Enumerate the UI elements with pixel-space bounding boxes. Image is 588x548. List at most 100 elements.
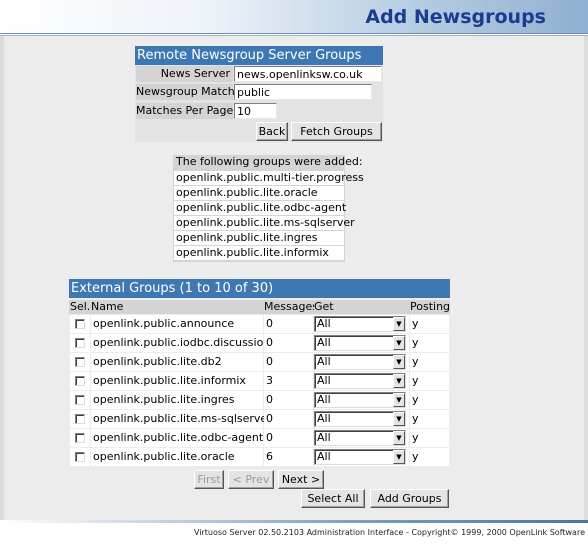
message-count-cell: 0 [264, 334, 313, 352]
posting-cell: y [410, 334, 449, 352]
news-server-row: News Server [135, 65, 383, 83]
newsgroup-match-label: Newsgroup Match [136, 84, 235, 100]
get-select[interactable]: All ▼ [314, 316, 406, 332]
chevron-down-icon[interactable]: ▼ [393, 412, 405, 426]
table-row: openlink.public.lite.informix 3 All ▼ y [69, 372, 450, 390]
add-groups-button[interactable]: Add Groups [370, 489, 449, 508]
table-header: Sel. Name Messages Get Posting [69, 300, 450, 314]
added-groups-list: The following groups were added: openlin… [173, 155, 364, 262]
column-header-name: Name [91, 300, 263, 314]
table-row: openlink.public.lite.ingres 0 All ▼ y [69, 391, 450, 409]
table-row: openlink.public.lite.ms-sqlserver 0 All ▼ y [69, 410, 450, 428]
get-select[interactable]: All ▼ [314, 373, 406, 389]
row-select-checkbox[interactable] [75, 338, 85, 348]
get-select-value: All [317, 450, 331, 463]
get-cell: All ▼ [314, 429, 409, 447]
get-select[interactable]: All ▼ [314, 449, 406, 465]
row-select-checkbox[interactable] [75, 376, 85, 386]
footer-copyright: Virtuoso Server 02.50.2103 Administratio… [193, 528, 585, 537]
group-name-cell: openlink.public.lite.informix [91, 372, 263, 390]
group-name-cell: openlink.public.iodbc.discussion [91, 334, 270, 352]
get-cell: All ▼ [314, 448, 409, 466]
get-select-value: All [317, 317, 331, 330]
matches-per-page-row: Matches Per Page [135, 102, 383, 120]
select-cell [70, 372, 90, 390]
posting-cell: y [410, 372, 449, 390]
get-select[interactable]: All ▼ [314, 430, 406, 446]
external-groups-panel: External Groups (1 to 10 of 30) Sel. Nam… [69, 279, 450, 509]
chevron-down-icon[interactable]: ▼ [393, 393, 405, 407]
message-count-cell: 0 [264, 315, 313, 333]
chevron-down-icon[interactable]: ▼ [393, 317, 405, 331]
newsgroup-match-input[interactable] [234, 84, 372, 100]
row-select-checkbox[interactable] [75, 452, 85, 462]
get-select-value: All [317, 431, 331, 444]
get-select-value: All [317, 336, 331, 349]
chevron-down-icon[interactable]: ▼ [393, 336, 405, 350]
fetch-groups-button[interactable]: Fetch Groups [291, 122, 382, 141]
back-button[interactable]: Back [256, 122, 288, 141]
footer-divider [0, 520, 588, 523]
posting-cell: y [410, 429, 449, 447]
table-row: openlink.public.lite.odbc-agent 0 All ▼ y [69, 429, 450, 447]
row-select-checkbox[interactable] [75, 319, 85, 329]
message-count-cell: 0 [264, 429, 313, 447]
table-row: openlink.public.lite.db2 0 All ▼ y [69, 353, 450, 371]
matches-per-page-label: Matches Per Page [136, 103, 234, 119]
get-select-value: All [317, 374, 331, 387]
news-server-label: News Server [136, 66, 233, 82]
list-item: openlink.public.lite.odbc-agent [174, 201, 347, 215]
row-select-checkbox[interactable] [75, 395, 85, 405]
posting-cell: y [410, 410, 449, 428]
next-page-button[interactable]: Next > [278, 470, 324, 489]
get-select[interactable]: All ▼ [314, 335, 406, 351]
remote-panel-title: Remote Newsgroup Server Groups [135, 46, 383, 65]
column-header-messages: Messages [264, 300, 318, 314]
news-server-input[interactable] [234, 66, 382, 82]
posting-cell: y [410, 315, 449, 333]
message-count-cell: 6 [264, 448, 313, 466]
message-count-cell: 0 [264, 391, 313, 409]
matches-per-page-input[interactable] [234, 103, 277, 119]
get-cell: All ▼ [314, 353, 409, 371]
get-select-value: All [317, 393, 331, 406]
get-cell: All ▼ [314, 410, 409, 428]
message-count-cell: 0 [264, 353, 313, 371]
select-cell [70, 410, 90, 428]
row-select-checkbox[interactable] [75, 414, 85, 424]
group-name-cell: openlink.public.lite.ingres [91, 391, 263, 409]
column-header-sel: Sel. [70, 300, 91, 314]
posting-cell: y [410, 353, 449, 371]
get-select[interactable]: All ▼ [314, 411, 406, 427]
column-header-get: Get [314, 300, 409, 314]
message-count-cell: 0 [264, 410, 313, 428]
page-header: Add Newsgroups [0, 0, 588, 34]
group-name-cell: openlink.public.lite.oracle [91, 448, 263, 466]
first-page-button[interactable]: First [194, 470, 224, 489]
select-cell [70, 448, 90, 466]
select-cell [70, 334, 90, 352]
added-groups-heading: The following groups were added: [174, 155, 363, 169]
chevron-down-icon[interactable]: ▼ [393, 431, 405, 445]
chevron-down-icon[interactable]: ▼ [393, 450, 405, 464]
list-item: openlink.public.lite.ms-sqlserver [174, 216, 355, 230]
group-name-cell: openlink.public.lite.db2 [91, 353, 263, 371]
select-cell [70, 391, 90, 409]
list-item: openlink.public.lite.informix [174, 246, 344, 260]
row-select-checkbox[interactable] [75, 357, 85, 367]
prev-page-button[interactable]: < Prev [228, 470, 274, 489]
get-cell: All ▼ [314, 391, 409, 409]
posting-cell: y [410, 448, 449, 466]
posting-cell: y [410, 391, 449, 409]
get-select-value: All [317, 355, 331, 368]
column-header-posting: Posting [410, 300, 451, 314]
get-select[interactable]: All ▼ [314, 354, 406, 370]
select-all-button[interactable]: Select All [301, 489, 365, 508]
get-select[interactable]: All ▼ [314, 392, 406, 408]
chevron-down-icon[interactable]: ▼ [393, 374, 405, 388]
row-select-checkbox[interactable] [75, 433, 85, 443]
get-cell: All ▼ [314, 334, 409, 352]
chevron-down-icon[interactable]: ▼ [393, 355, 405, 369]
group-name-cell: openlink.public.lite.odbc-agent [91, 429, 263, 447]
select-cell [70, 353, 90, 371]
